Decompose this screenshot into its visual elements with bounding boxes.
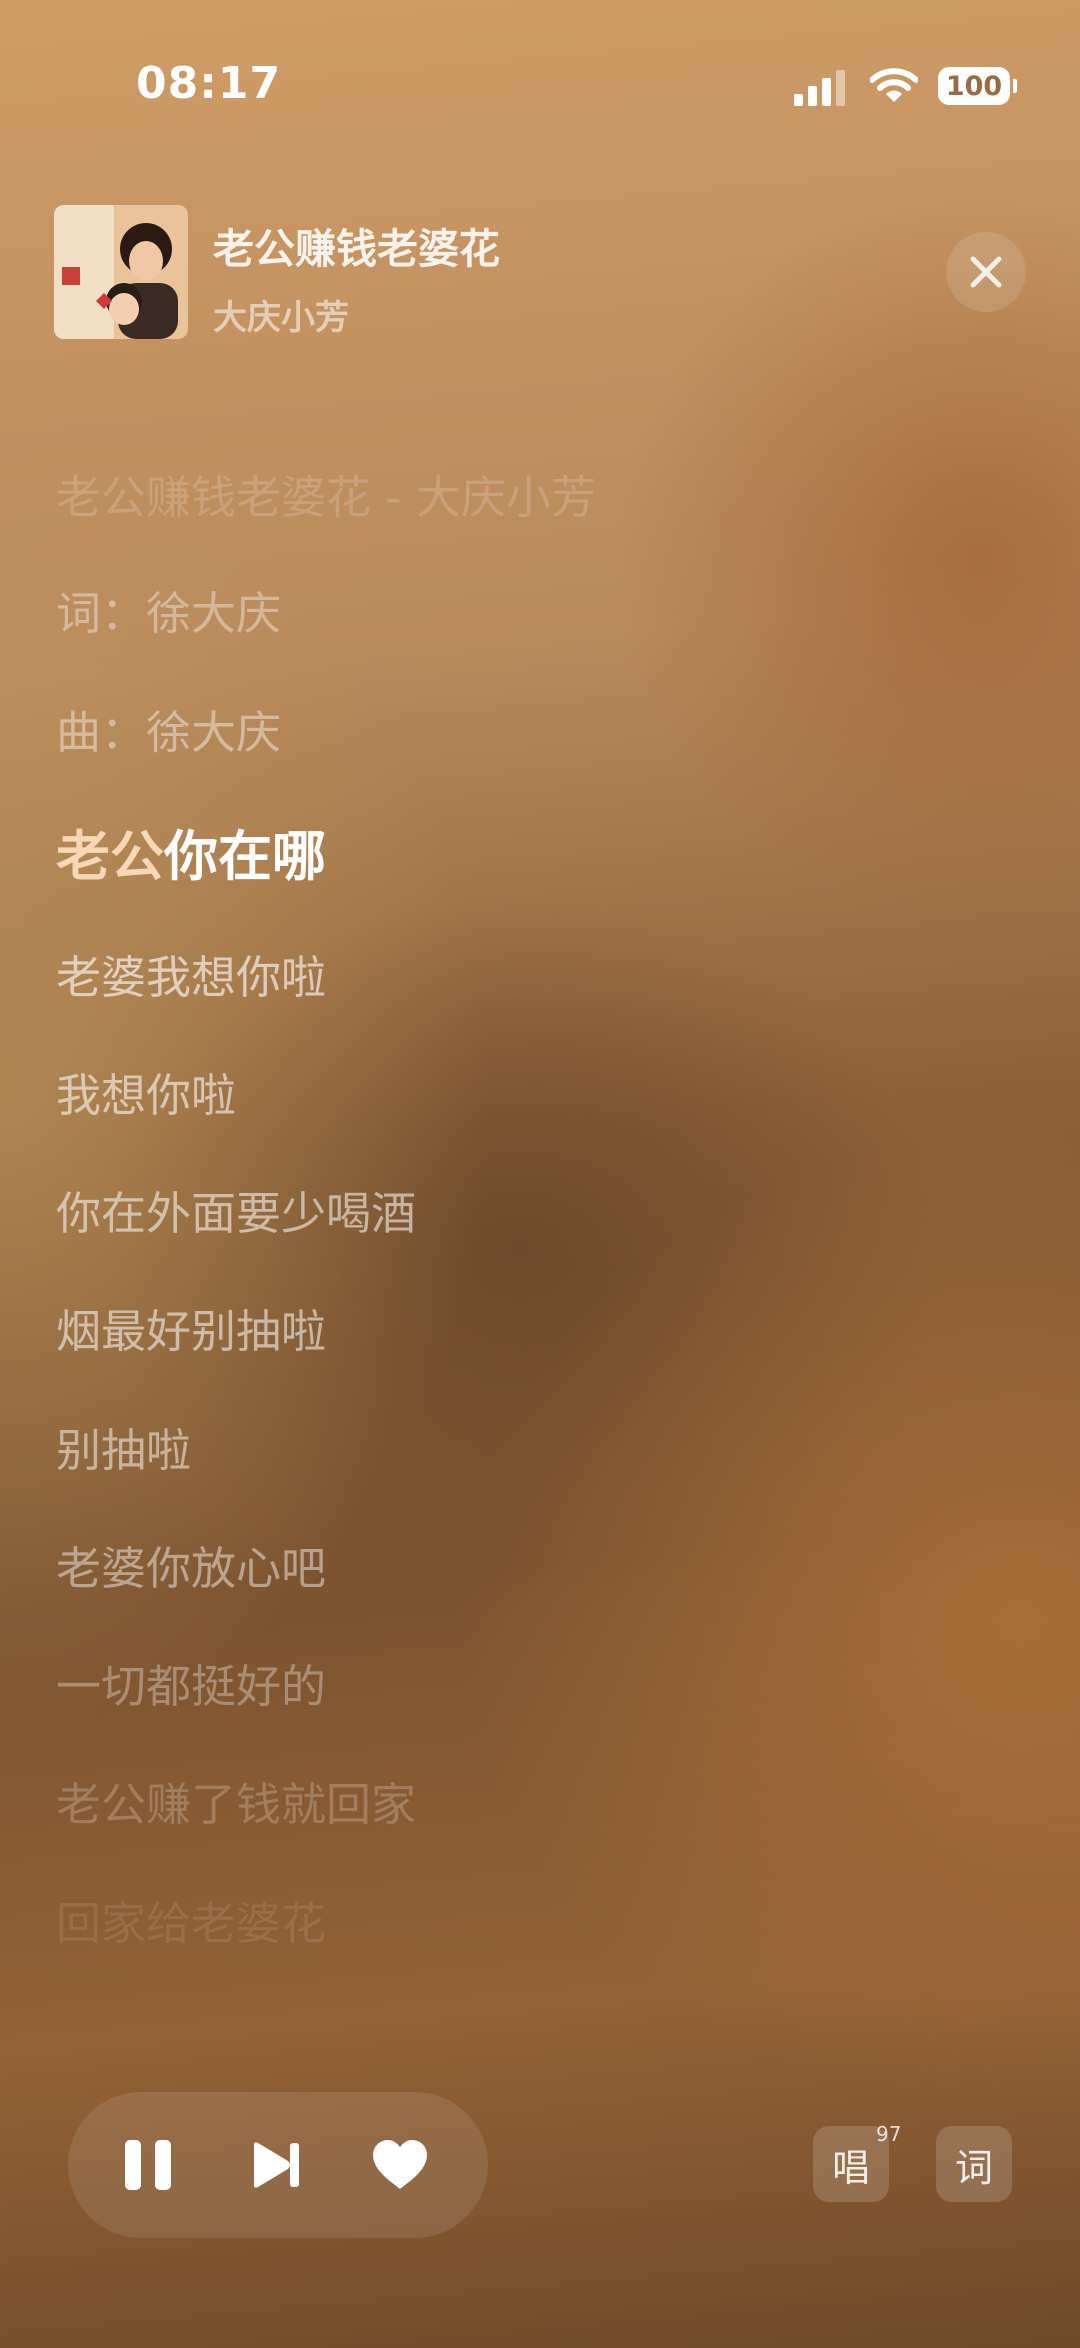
- sing-count-badge: 97: [876, 2122, 902, 2146]
- song-artist[interactable]: 大庆小芳: [213, 290, 349, 339]
- lyric-line[interactable]: 老公赚了钱就回家: [56, 1775, 416, 1835]
- lyric-line[interactable]: 烟最好别抽啦: [56, 1302, 326, 1362]
- lyric-line[interactable]: 词：徐大庆: [56, 584, 281, 644]
- active-lyric-sung: 老公: [56, 825, 164, 888]
- album-cover[interactable]: [54, 205, 188, 339]
- active-lyric-unsung: 你在哪: [164, 825, 326, 888]
- pause-button[interactable]: [108, 2125, 188, 2205]
- next-button[interactable]: [236, 2125, 316, 2205]
- lyric-line[interactable]: 别抽啦: [56, 1421, 191, 1481]
- close-button[interactable]: [946, 232, 1026, 312]
- lyric-line[interactable]: 你在外面要少喝酒: [56, 1184, 416, 1244]
- wifi-icon: [870, 68, 918, 102]
- status-icons: 100: [794, 64, 1017, 108]
- next-icon: [254, 2142, 299, 2188]
- lyrics-label: 词: [954, 2145, 993, 2190]
- lyric-line[interactable]: 我想你啦: [56, 1066, 236, 1126]
- like-button[interactable]: [360, 2125, 440, 2205]
- cellular-signal-icon: [794, 66, 850, 106]
- lyric-line[interactable]: 老公赚钱老婆花 - 大庆小芳: [56, 468, 596, 528]
- status-time: 08:17: [136, 58, 282, 109]
- lyric-line[interactable]: 回家给老婆花: [56, 1894, 326, 1954]
- player-controls: [68, 2092, 488, 2238]
- lyrics-button[interactable]: 词: [936, 2126, 1012, 2202]
- active-lyric-line[interactable]: 老公你在哪: [56, 822, 326, 892]
- heart-icon: [373, 2140, 427, 2189]
- song-title: 老公赚钱老婆花: [213, 225, 500, 273]
- album-art-image: [54, 205, 188, 339]
- lyric-line[interactable]: 一切都挺好的: [56, 1657, 326, 1717]
- lyric-line[interactable]: 老婆我想你啦: [56, 948, 326, 1008]
- close-icon: [970, 256, 1002, 288]
- battery-level: 100: [945, 70, 1003, 102]
- pause-icon: [125, 2140, 171, 2190]
- sing-label: 唱: [831, 2145, 870, 2190]
- lyric-line[interactable]: 曲：徐大庆: [56, 703, 281, 763]
- lyric-line[interactable]: 老婆你放心吧: [56, 1539, 326, 1599]
- battery-indicator: 100: [938, 67, 1017, 105]
